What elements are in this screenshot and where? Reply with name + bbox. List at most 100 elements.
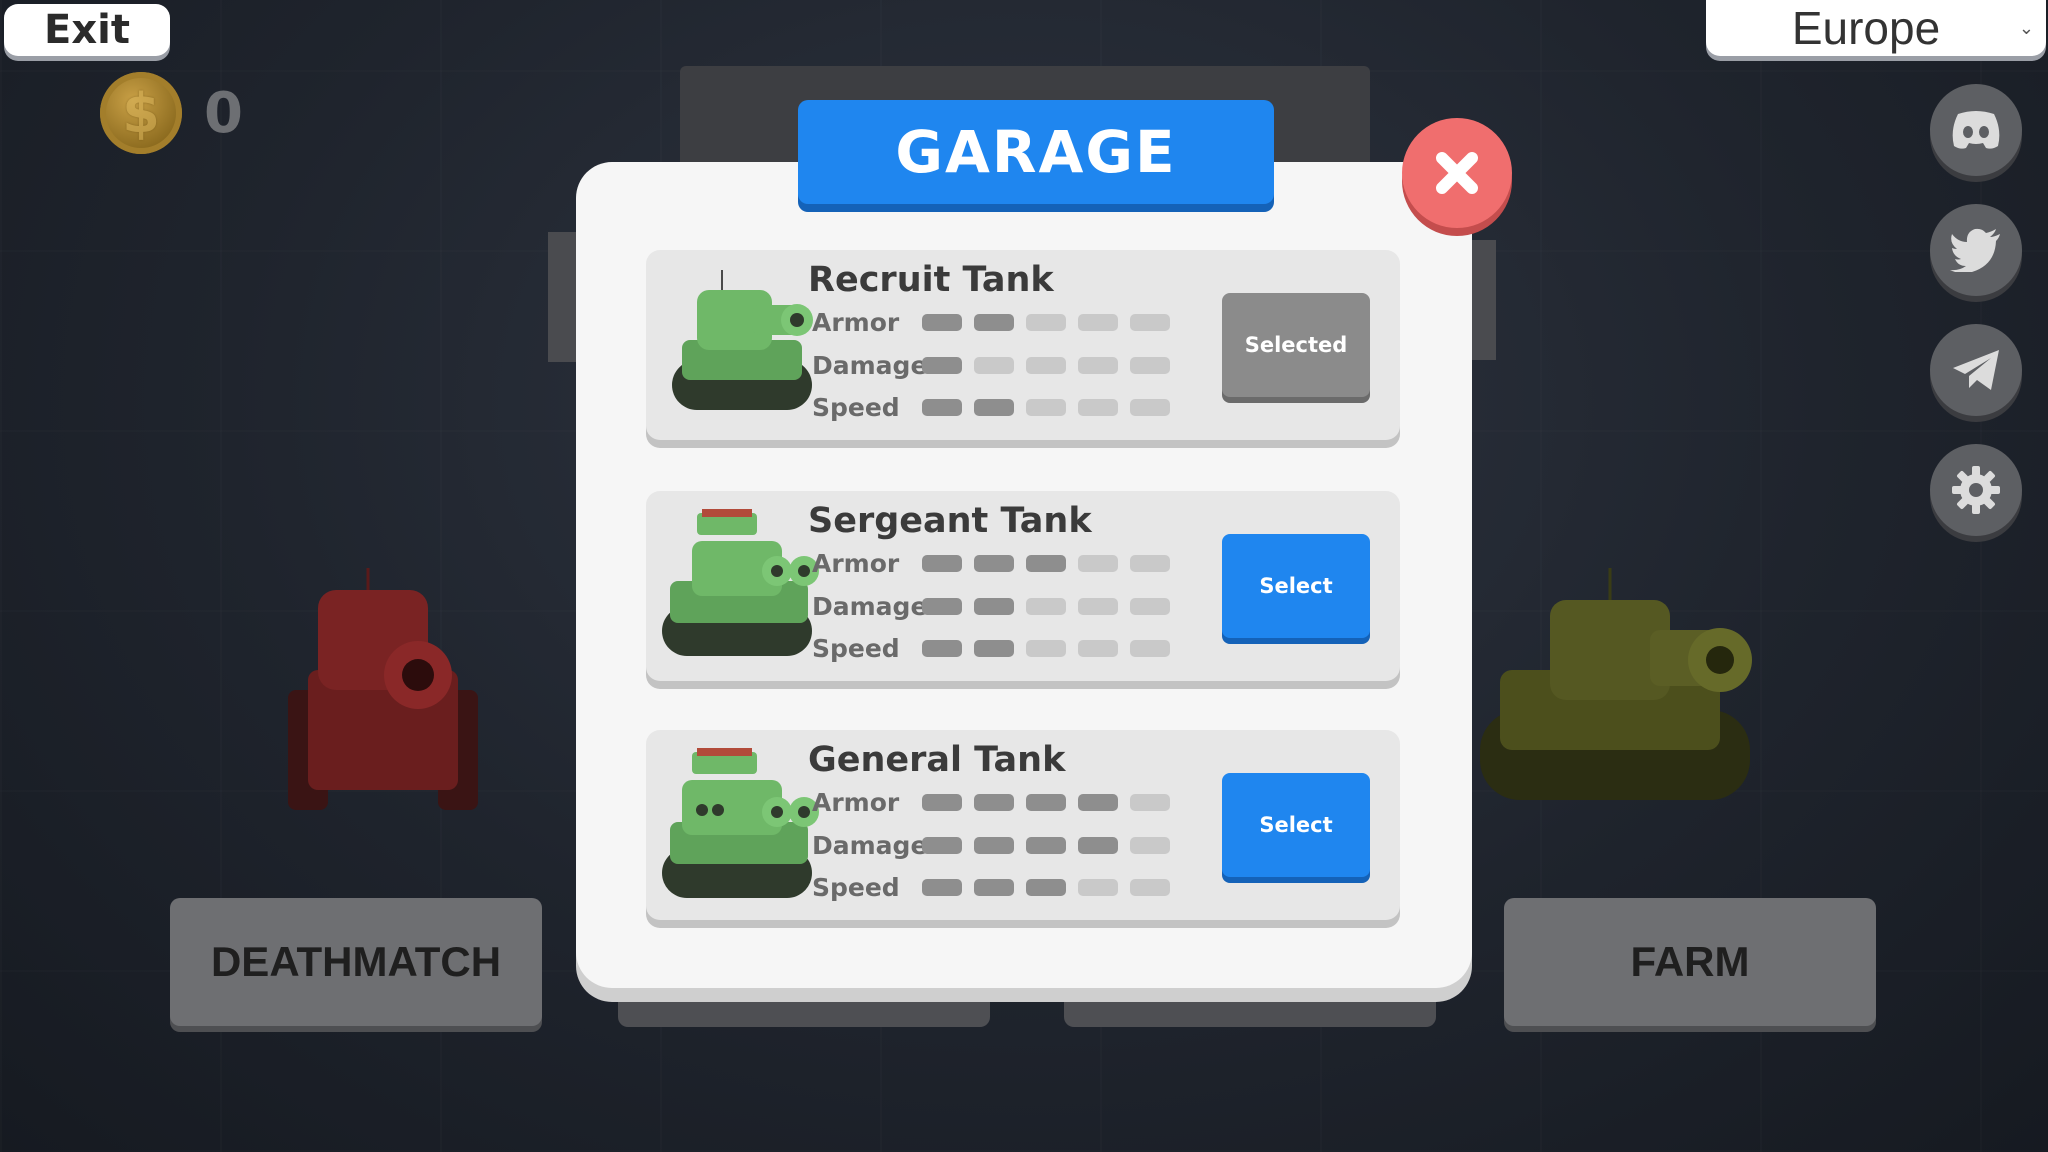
garage-title: GARAGE <box>798 100 1274 204</box>
deathmatch-button[interactable]: DEATHMATCH <box>170 898 542 1026</box>
stat-pip <box>1078 793 1118 811</box>
close-icon <box>1436 152 1478 194</box>
speed-level <box>922 878 1170 896</box>
armor-label: Armor <box>812 787 900 817</box>
speed-label: Speed <box>812 872 900 902</box>
stat-pip <box>922 836 962 854</box>
farm-button[interactable]: FARM <box>1504 898 1876 1026</box>
stat-pip <box>974 554 1014 572</box>
armor-level <box>922 313 1170 331</box>
stat-pip <box>1026 639 1066 657</box>
stat-pip <box>1130 793 1170 811</box>
stat-pip <box>1130 554 1170 572</box>
stat-pip <box>1026 554 1066 572</box>
telegram-button[interactable] <box>1930 324 2022 416</box>
tank-card-general: General Tank Armor Damage Speed Select <box>646 730 1400 920</box>
stat-pip <box>1026 398 1066 416</box>
telegram-icon <box>1953 350 1999 390</box>
damage-label: Damage <box>812 830 928 860</box>
stat-pip <box>974 398 1014 416</box>
stat-pip <box>974 639 1014 657</box>
discord-button[interactable] <box>1930 84 2022 176</box>
armor-level <box>922 554 1170 572</box>
stat-pip <box>922 356 962 374</box>
tank-card-sergeant: Sergeant Tank Armor Damage Speed Select <box>646 491 1400 681</box>
damage-label: Damage <box>812 591 928 621</box>
stat-pip <box>1026 356 1066 374</box>
coin-icon: $ <box>100 72 182 154</box>
armor-stat: Armor <box>812 545 1170 581</box>
gear-icon <box>1952 466 2000 514</box>
tank-name: Sergeant Tank <box>808 501 1092 541</box>
close-button[interactable] <box>1402 118 1512 228</box>
select-button[interactable]: Select <box>1222 773 1370 877</box>
speed-stat: Speed <box>812 389 1170 425</box>
exit-button[interactable]: Exit <box>4 4 170 56</box>
stat-pip <box>922 313 962 331</box>
stat-pip <box>1026 793 1066 811</box>
stat-pip <box>1078 639 1118 657</box>
stat-pip <box>1130 597 1170 615</box>
stat-pip <box>974 597 1014 615</box>
damage-level <box>922 356 1170 374</box>
coin-symbol: $ <box>122 81 160 145</box>
armor-level <box>922 793 1170 811</box>
stat-pip <box>922 878 962 896</box>
speed-level <box>922 398 1170 416</box>
stat-pip <box>1078 836 1118 854</box>
tank-card-recruit: Recruit Tank Armor Damage Speed Selected <box>646 250 1400 440</box>
speed-stat: Speed <box>812 630 1170 666</box>
armor-label: Armor <box>812 307 900 337</box>
stat-pip <box>1026 836 1066 854</box>
stat-pip <box>974 793 1014 811</box>
stat-pip <box>974 356 1014 374</box>
stat-pip <box>1078 554 1118 572</box>
stat-pip <box>922 639 962 657</box>
mode-button-hidden-1 <box>618 985 990 1027</box>
coin-count: 0 <box>204 80 243 146</box>
stat-pip <box>974 313 1014 331</box>
tank-name: Recruit Tank <box>808 260 1054 300</box>
speed-label: Speed <box>812 392 900 422</box>
stat-pip <box>1026 597 1066 615</box>
stat-pip <box>1130 398 1170 416</box>
stat-pip <box>1026 878 1066 896</box>
stat-pip <box>974 836 1014 854</box>
damage-stat: Damage <box>812 588 1170 624</box>
stat-pip <box>922 597 962 615</box>
stat-pip <box>1130 313 1170 331</box>
stat-pip <box>1078 398 1118 416</box>
damage-level <box>922 836 1170 854</box>
stat-pip <box>922 398 962 416</box>
stat-pip <box>922 554 962 572</box>
twitter-button[interactable] <box>1930 204 2022 296</box>
red-tank-model <box>288 568 478 810</box>
sergeant-tank-image <box>662 509 819 656</box>
speed-stat: Speed <box>812 869 1170 905</box>
recruit-tank-image <box>672 270 813 410</box>
stat-pip <box>1078 878 1118 896</box>
damage-level <box>922 597 1170 615</box>
tank-name: General Tank <box>808 740 1066 780</box>
stat-pip <box>1130 639 1170 657</box>
damage-label: Damage <box>812 350 928 380</box>
stat-pip <box>1026 313 1066 331</box>
chevron-down-icon: ⌄ <box>2018 18 2034 39</box>
stat-pip <box>1078 313 1118 331</box>
armor-stat: Armor <box>812 784 1170 820</box>
region-select[interactable]: Europe ⌄ <box>1706 0 2046 56</box>
region-label: Europe <box>1791 2 1941 54</box>
coin-balance: $ 0 <box>100 72 243 154</box>
settings-button[interactable] <box>1930 444 2022 536</box>
armor-stat: Armor <box>812 304 1170 340</box>
stat-pip <box>1078 356 1118 374</box>
stat-pip <box>1130 836 1170 854</box>
twitter-icon <box>1950 228 2000 272</box>
armor-label: Armor <box>812 548 900 578</box>
selected-button[interactable]: Selected <box>1222 293 1370 397</box>
select-button[interactable]: Select <box>1222 534 1370 638</box>
general-tank-image <box>662 748 819 898</box>
stat-pip <box>1078 597 1118 615</box>
speed-label: Speed <box>812 633 900 663</box>
stat-pip <box>1130 356 1170 374</box>
